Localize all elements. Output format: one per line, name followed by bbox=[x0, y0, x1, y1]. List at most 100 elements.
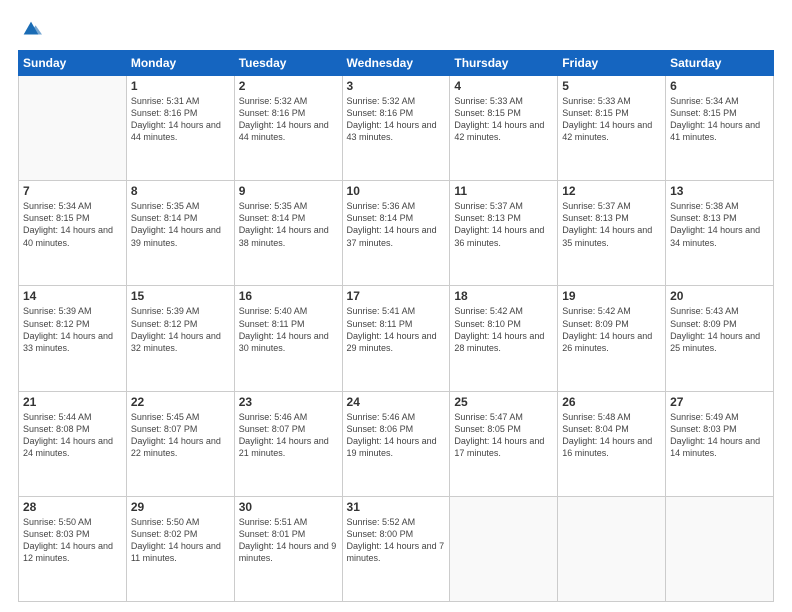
day-number: 14 bbox=[23, 289, 122, 303]
day-number: 2 bbox=[239, 79, 338, 93]
day-number: 16 bbox=[239, 289, 338, 303]
day-number: 10 bbox=[347, 184, 446, 198]
day-number: 30 bbox=[239, 500, 338, 514]
day-number: 17 bbox=[347, 289, 446, 303]
calendar-week-4: 28 Sunrise: 5:50 AMSunset: 8:03 PMDayligh… bbox=[19, 496, 774, 601]
day-number: 24 bbox=[347, 395, 446, 409]
day-number: 12 bbox=[562, 184, 661, 198]
weekday-header-saturday: Saturday bbox=[666, 51, 774, 76]
day-info: Sunrise: 5:52 AMSunset: 8:00 PMDaylight:… bbox=[347, 516, 446, 565]
day-info: Sunrise: 5:39 AMSunset: 8:12 PMDaylight:… bbox=[131, 305, 230, 354]
calendar-cell: 9 Sunrise: 5:35 AMSunset: 8:14 PMDaylight… bbox=[234, 181, 342, 286]
calendar-week-2: 14 Sunrise: 5:39 AMSunset: 8:12 PMDayligh… bbox=[19, 286, 774, 391]
day-number: 18 bbox=[454, 289, 553, 303]
day-info: Sunrise: 5:47 AMSunset: 8:05 PMDaylight:… bbox=[454, 411, 553, 460]
calendar-cell: 15 Sunrise: 5:39 AMSunset: 8:12 PMDayligh… bbox=[126, 286, 234, 391]
calendar-cell bbox=[666, 496, 774, 601]
calendar-cell: 6 Sunrise: 5:34 AMSunset: 8:15 PMDaylight… bbox=[666, 76, 774, 181]
day-info: Sunrise: 5:50 AMSunset: 8:02 PMDaylight:… bbox=[131, 516, 230, 565]
day-number: 8 bbox=[131, 184, 230, 198]
day-number: 20 bbox=[670, 289, 769, 303]
day-info: Sunrise: 5:50 AMSunset: 8:03 PMDaylight:… bbox=[23, 516, 122, 565]
calendar-cell bbox=[19, 76, 127, 181]
day-number: 5 bbox=[562, 79, 661, 93]
calendar-header-row: SundayMondayTuesdayWednesdayThursdayFrid… bbox=[19, 51, 774, 76]
weekday-header-tuesday: Tuesday bbox=[234, 51, 342, 76]
calendar-cell: 16Sunrise: 5:40 AMSunset: 8:11 PMDayligh… bbox=[234, 286, 342, 391]
calendar-cell: 8 Sunrise: 5:35 AMSunset: 8:14 PMDaylight… bbox=[126, 181, 234, 286]
calendar-cell: 10 Sunrise: 5:36 AMSunset: 8:14 PMDayligh… bbox=[342, 181, 450, 286]
day-info: Sunrise: 5:36 AMSunset: 8:14 PMDaylight:… bbox=[347, 200, 446, 249]
day-info: Sunrise: 5:37 AMSunset: 8:13 PMDaylight:… bbox=[562, 200, 661, 249]
calendar-table: SundayMondayTuesdayWednesdayThursdayFrid… bbox=[18, 50, 774, 602]
day-number: 7 bbox=[23, 184, 122, 198]
weekday-header-wednesday: Wednesday bbox=[342, 51, 450, 76]
weekday-header-thursday: Thursday bbox=[450, 51, 558, 76]
day-info: Sunrise: 5:45 AMSunset: 8:07 PMDaylight:… bbox=[131, 411, 230, 460]
day-number: 28 bbox=[23, 500, 122, 514]
day-info: Sunrise: 5:33 AMSunset: 8:15 PMDaylight:… bbox=[454, 95, 553, 144]
weekday-header-friday: Friday bbox=[558, 51, 666, 76]
calendar-cell: 11 Sunrise: 5:37 AMSunset: 8:13 PMDayligh… bbox=[450, 181, 558, 286]
calendar-cell: 1Sunrise: 5:31 AMSunset: 8:16 PMDaylight… bbox=[126, 76, 234, 181]
calendar-cell: 25 Sunrise: 5:47 AMSunset: 8:05 PMDayligh… bbox=[450, 391, 558, 496]
day-info: Sunrise: 5:34 AMSunset: 8:15 PMDaylight:… bbox=[23, 200, 122, 249]
day-info: Sunrise: 5:51 AMSunset: 8:01 PMDaylight:… bbox=[239, 516, 338, 565]
day-number: 6 bbox=[670, 79, 769, 93]
day-info: Sunrise: 5:35 AMSunset: 8:14 PMDaylight:… bbox=[131, 200, 230, 249]
calendar-cell: 27Sunrise: 5:49 AMSunset: 8:03 PMDayligh… bbox=[666, 391, 774, 496]
calendar-cell: 31 Sunrise: 5:52 AMSunset: 8:00 PMDayligh… bbox=[342, 496, 450, 601]
calendar-week-0: 1Sunrise: 5:31 AMSunset: 8:16 PMDaylight… bbox=[19, 76, 774, 181]
day-number: 13 bbox=[670, 184, 769, 198]
calendar-body: 1Sunrise: 5:31 AMSunset: 8:16 PMDaylight… bbox=[19, 76, 774, 602]
day-info: Sunrise: 5:44 AMSunset: 8:08 PMDaylight:… bbox=[23, 411, 122, 460]
day-number: 25 bbox=[454, 395, 553, 409]
day-info: Sunrise: 5:32 AMSunset: 8:16 PMDaylight:… bbox=[347, 95, 446, 144]
day-number: 1 bbox=[131, 79, 230, 93]
calendar-cell: 19Sunrise: 5:42 AMSunset: 8:09 PMDayligh… bbox=[558, 286, 666, 391]
day-number: 3 bbox=[347, 79, 446, 93]
calendar-cell: 13Sunrise: 5:38 AMSunset: 8:13 PMDayligh… bbox=[666, 181, 774, 286]
day-info: Sunrise: 5:46 AMSunset: 8:06 PMDaylight:… bbox=[347, 411, 446, 460]
calendar-cell: 4Sunrise: 5:33 AMSunset: 8:15 PMDaylight… bbox=[450, 76, 558, 181]
calendar-week-1: 7 Sunrise: 5:34 AMSunset: 8:15 PMDaylight… bbox=[19, 181, 774, 286]
day-info: Sunrise: 5:34 AMSunset: 8:15 PMDaylight:… bbox=[670, 95, 769, 144]
logo-icon bbox=[20, 18, 42, 40]
calendar-cell: 28 Sunrise: 5:50 AMSunset: 8:03 PMDayligh… bbox=[19, 496, 127, 601]
day-info: Sunrise: 5:37 AMSunset: 8:13 PMDaylight:… bbox=[454, 200, 553, 249]
day-number: 26 bbox=[562, 395, 661, 409]
weekday-header-monday: Monday bbox=[126, 51, 234, 76]
logo bbox=[18, 18, 42, 40]
day-number: 15 bbox=[131, 289, 230, 303]
day-info: Sunrise: 5:43 AMSunset: 8:09 PMDaylight:… bbox=[670, 305, 769, 354]
calendar-cell: 29 Sunrise: 5:50 AMSunset: 8:02 PMDayligh… bbox=[126, 496, 234, 601]
calendar-cell: 26 Sunrise: 5:48 AMSunset: 8:04 PMDayligh… bbox=[558, 391, 666, 496]
calendar-cell bbox=[450, 496, 558, 601]
day-info: Sunrise: 5:42 AMSunset: 8:09 PMDaylight:… bbox=[562, 305, 661, 354]
day-number: 9 bbox=[239, 184, 338, 198]
calendar-cell: 20 Sunrise: 5:43 AMSunset: 8:09 PMDayligh… bbox=[666, 286, 774, 391]
calendar-cell: 22 Sunrise: 5:45 AMSunset: 8:07 PMDayligh… bbox=[126, 391, 234, 496]
calendar-cell bbox=[558, 496, 666, 601]
calendar-cell: 17 Sunrise: 5:41 AMSunset: 8:11 PMDayligh… bbox=[342, 286, 450, 391]
day-number: 31 bbox=[347, 500, 446, 514]
day-number: 29 bbox=[131, 500, 230, 514]
calendar-cell: 30 Sunrise: 5:51 AMSunset: 8:01 PMDayligh… bbox=[234, 496, 342, 601]
calendar-cell: 23Sunrise: 5:46 AMSunset: 8:07 PMDayligh… bbox=[234, 391, 342, 496]
calendar-cell: 5 Sunrise: 5:33 AMSunset: 8:15 PMDaylight… bbox=[558, 76, 666, 181]
day-info: Sunrise: 5:48 AMSunset: 8:04 PMDaylight:… bbox=[562, 411, 661, 460]
day-number: 21 bbox=[23, 395, 122, 409]
calendar-cell: 24 Sunrise: 5:46 AMSunset: 8:06 PMDayligh… bbox=[342, 391, 450, 496]
day-number: 11 bbox=[454, 184, 553, 198]
header bbox=[18, 18, 774, 40]
calendar-cell: 14Sunrise: 5:39 AMSunset: 8:12 PMDayligh… bbox=[19, 286, 127, 391]
day-info: Sunrise: 5:35 AMSunset: 8:14 PMDaylight:… bbox=[239, 200, 338, 249]
weekday-header-sunday: Sunday bbox=[19, 51, 127, 76]
day-info: Sunrise: 5:33 AMSunset: 8:15 PMDaylight:… bbox=[562, 95, 661, 144]
day-info: Sunrise: 5:41 AMSunset: 8:11 PMDaylight:… bbox=[347, 305, 446, 354]
calendar-cell: 2Sunrise: 5:32 AMSunset: 8:16 PMDaylight… bbox=[234, 76, 342, 181]
calendar-cell: 12 Sunrise: 5:37 AMSunset: 8:13 PMDayligh… bbox=[558, 181, 666, 286]
calendar-cell: 18Sunrise: 5:42 AMSunset: 8:10 PMDayligh… bbox=[450, 286, 558, 391]
day-number: 22 bbox=[131, 395, 230, 409]
day-number: 23 bbox=[239, 395, 338, 409]
